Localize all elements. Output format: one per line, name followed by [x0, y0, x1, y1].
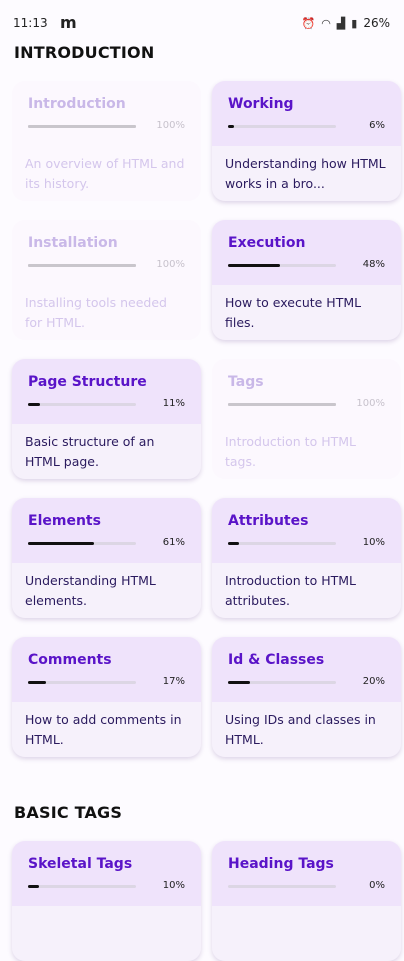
progress-bar	[28, 125, 136, 128]
topic-card-header: Introduction 100%	[12, 81, 201, 146]
progress-bar	[28, 403, 136, 406]
progress-fill	[28, 125, 136, 128]
topic-title: Id & Classes	[228, 652, 325, 668]
progress-bar	[228, 264, 336, 267]
progress-fill	[28, 885, 39, 888]
progress-fill	[228, 125, 235, 128]
topic-title: Elements	[28, 513, 101, 529]
progress-percent: 100%	[356, 398, 385, 409]
status-time: 11:13	[13, 16, 48, 30]
progress-bar	[28, 542, 136, 545]
topic-card-header: Installation 100%	[12, 220, 201, 285]
topic-title: Heading Tags	[228, 856, 334, 872]
progress-fill	[228, 542, 239, 545]
progress-bar	[28, 264, 136, 267]
topic-card-header: Id & Classes 20%	[212, 637, 401, 702]
progress-percent: 10%	[362, 537, 385, 548]
progress-bar	[28, 885, 136, 888]
progress-fill	[228, 681, 250, 684]
topic-description: An overview of HTML and its history.	[25, 156, 185, 191]
topic-card-header: Attributes 10%	[212, 498, 401, 563]
progress-bar	[228, 403, 336, 406]
alarm-icon: ⏰	[301, 16, 316, 30]
topic-title: Introduction	[28, 96, 126, 112]
topic-card[interactable]: Comments 17% How to add comments in HTML.	[12, 637, 201, 757]
topic-card[interactable]: Working 6% Understanding how HTML works in…	[212, 81, 401, 201]
topic-description: Understanding how HTML works in a bro...	[225, 156, 386, 191]
progress-fill	[28, 403, 40, 406]
battery-icon: ▮	[351, 16, 358, 30]
app-notification-icon: m	[60, 13, 77, 32]
topic-title: Comments	[28, 652, 112, 668]
topic-card-header: Elements 61%	[12, 498, 201, 563]
progress-fill	[28, 542, 94, 545]
topic-card-header: Skeletal Tags 10%	[12, 841, 201, 906]
topic-card[interactable]: Execution 48% How to execute HTML files.	[212, 220, 401, 340]
topic-card-header: Execution 48%	[212, 220, 401, 285]
topic-card-header: Page Structure 11%	[12, 359, 201, 424]
topic-description: Installing tools needed for HTML.	[25, 295, 167, 330]
status-bar: 11:13 m ⏰ ◠ ▟ ▮ 26%	[0, 0, 404, 44]
status-icons: ⏰ ◠ ▟ ▮ 26%	[301, 16, 390, 30]
progress-bar	[228, 681, 336, 684]
progress-percent: 10%	[162, 880, 185, 891]
progress-percent: 20%	[362, 676, 385, 687]
topic-card-header: Tags 100%	[212, 359, 401, 424]
section-title: INTRODUCTION	[14, 43, 155, 62]
progress-fill	[228, 403, 336, 406]
topic-card-header: Working 6%	[212, 81, 401, 146]
progress-percent: 100%	[156, 120, 185, 131]
topic-title: Installation	[28, 235, 118, 251]
battery-percent: 26%	[363, 16, 390, 30]
topic-card[interactable]: Introduction 100% An overview of HTML and …	[12, 81, 201, 201]
signal-icon: ▟	[336, 16, 346, 30]
progress-bar	[28, 681, 136, 684]
topic-card-header: Heading Tags 0%	[212, 841, 401, 906]
progress-bar	[228, 125, 336, 128]
topic-title: Skeletal Tags	[28, 856, 133, 872]
progress-percent: 0%	[369, 880, 385, 891]
section-title: BASIC TAGS	[14, 803, 123, 822]
progress-percent: 61%	[162, 537, 185, 548]
topic-description: Using IDs and classes in HTML.	[225, 712, 376, 747]
topic-description: How to add comments in HTML.	[25, 712, 182, 747]
progress-fill	[28, 264, 136, 267]
progress-bar	[228, 885, 336, 888]
topic-card[interactable]: Elements 61% Understanding HTML elements.	[12, 498, 201, 618]
progress-percent: 17%	[162, 676, 185, 687]
topic-description: Introduction to HTML attributes.	[225, 573, 356, 608]
topic-title: Working	[228, 96, 294, 112]
topic-title: Attributes	[228, 513, 309, 529]
progress-percent: 11%	[162, 398, 185, 409]
progress-percent: 100%	[156, 259, 185, 270]
topic-description: Basic structure of an HTML page.	[25, 434, 155, 469]
topic-title: Execution	[228, 235, 306, 251]
topic-card[interactable]: Attributes 10% Introduction to HTML attrib…	[212, 498, 401, 618]
topic-card[interactable]: Skeletal Tags 10%	[12, 841, 201, 961]
topic-title: Tags	[228, 374, 264, 390]
progress-fill	[28, 681, 47, 684]
topic-description: Understanding HTML elements.	[25, 573, 156, 608]
progress-percent: 48%	[362, 259, 385, 270]
topic-description: How to execute HTML files.	[225, 295, 362, 330]
topic-card[interactable]: Page Structure 11% Basic structure of an H…	[12, 359, 201, 479]
topic-card[interactable]: Heading Tags 0%	[212, 841, 401, 961]
topic-card[interactable]: Installation 100% Installing tools needed …	[12, 220, 201, 340]
topic-card[interactable]: Id & Classes 20% Using IDs and classes in …	[212, 637, 401, 757]
topic-title: Page Structure	[28, 374, 147, 390]
progress-fill	[228, 264, 280, 267]
progress-percent: 6%	[369, 120, 385, 131]
wifi-icon: ◠	[321, 16, 331, 30]
topic-description: Introduction to HTML tags.	[225, 434, 356, 469]
topic-card[interactable]: Tags 100% Introduction to HTML tags.	[212, 359, 401, 479]
topic-card-header: Comments 17%	[12, 637, 201, 702]
progress-bar	[228, 542, 336, 545]
